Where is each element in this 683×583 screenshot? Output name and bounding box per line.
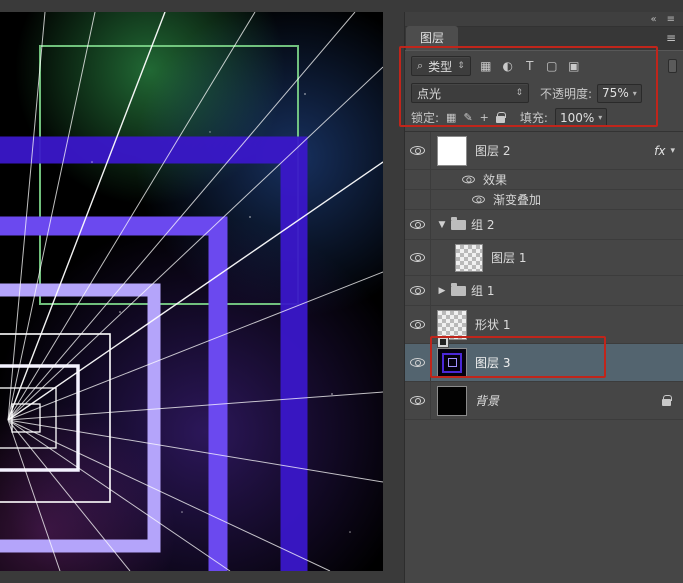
vector-mask-badge-icon bbox=[437, 336, 449, 348]
search-icon: ⌕ bbox=[417, 59, 424, 72]
layer-row-layer2[interactable]: 图层 2 fx ▾ bbox=[405, 132, 683, 170]
thumb-square-outer bbox=[442, 352, 462, 373]
layer-name: 图层 2 bbox=[475, 144, 511, 158]
filter-toggle-icon[interactable] bbox=[668, 59, 677, 73]
panel-menu-icon[interactable]: ≡ bbox=[666, 31, 676, 45]
effects-label: 效果 bbox=[483, 173, 508, 187]
fill-value: 100% bbox=[559, 110, 595, 125]
gradient-overlay-label: 渐变叠加 bbox=[493, 193, 542, 207]
visibility-toggle[interactable] bbox=[405, 240, 431, 275]
visibility-toggle[interactable] bbox=[405, 132, 431, 169]
layer-thumbnail[interactable] bbox=[437, 385, 467, 416]
dock-header: « ≡ bbox=[405, 12, 683, 27]
eye-icon[interactable] bbox=[472, 195, 485, 204]
layer-name: 背景 bbox=[475, 394, 500, 408]
layers-panel: « ≡ 图层 ≡ ⌕ 类型 ⇕ ▦ ◐ T ▢ ▣ 点光 ⇕ 不透明度: 75%… bbox=[404, 12, 683, 583]
layer-name: 图层 3 bbox=[475, 356, 511, 370]
group-row-group2[interactable]: ▼ 组 2 bbox=[405, 210, 683, 240]
collapse-effects-icon[interactable]: ▾ bbox=[670, 146, 675, 156]
effect-item-row[interactable]: 渐变叠加 bbox=[405, 190, 683, 210]
background-lock-icon bbox=[662, 395, 672, 406]
visibility-toggle[interactable] bbox=[405, 210, 431, 239]
opacity-value: 75% bbox=[602, 86, 629, 100]
visibility-toggle[interactable] bbox=[405, 306, 431, 343]
eye-icon bbox=[410, 358, 425, 367]
folder-icon bbox=[451, 216, 466, 230]
shape-layers-filter-icon[interactable]: ▢ bbox=[545, 59, 559, 73]
lock-position-icon[interactable]: + bbox=[480, 111, 489, 124]
lock-fill-row: 锁定: ▦ ✎ + 填充: 100% ▾ bbox=[405, 106, 683, 132]
panel-content: ⌕ 类型 ⇕ ▦ ◐ T ▢ ▣ 点光 ⇕ 不透明度: 75% ▾ 锁定: ▦ … bbox=[405, 50, 683, 583]
layer-thumbnail[interactable] bbox=[437, 309, 467, 340]
blend-opacity-row: 点光 ⇕ 不透明度: 75% ▾ bbox=[405, 80, 683, 106]
lock-label: 锁定: bbox=[411, 111, 440, 125]
document-canvas[interactable] bbox=[0, 12, 383, 571]
filter-type-dropdown[interactable]: ⌕ 类型 ⇕ bbox=[411, 56, 471, 76]
fill-label: 填充: bbox=[519, 111, 548, 125]
folder-icon bbox=[451, 282, 466, 296]
layer-name: 形状 1 bbox=[475, 318, 511, 332]
opacity-label: 不透明度: bbox=[540, 86, 593, 101]
layer-thumbnail[interactable] bbox=[455, 243, 483, 272]
gutter bbox=[405, 170, 431, 189]
filter-type-label: 类型 bbox=[428, 59, 453, 74]
layer-thumbnail[interactable] bbox=[437, 347, 467, 378]
eye-icon bbox=[410, 320, 425, 329]
layer-row-shape1[interactable]: 形状 1 bbox=[405, 306, 683, 348]
visibility-toggle[interactable] bbox=[405, 344, 431, 381]
chevron-down-icon[interactable]: ▾ bbox=[598, 113, 602, 122]
spinner-icon: ⇕ bbox=[457, 61, 465, 71]
eye-icon[interactable] bbox=[462, 175, 475, 184]
layer-filter-row: ⌕ 类型 ⇕ ▦ ◐ T ▢ ▣ bbox=[405, 51, 683, 80]
thumb-square-inner bbox=[447, 358, 457, 367]
expand-arrow-icon[interactable]: ▼ bbox=[435, 220, 449, 230]
eye-icon bbox=[410, 286, 425, 295]
blend-mode-value: 点光 bbox=[417, 86, 442, 101]
group-name: 组 2 bbox=[471, 218, 495, 232]
lock-transparent-pixels-icon[interactable]: ▦ bbox=[446, 111, 456, 124]
eye-icon bbox=[410, 253, 425, 262]
adjustment-layers-filter-icon[interactable]: ◐ bbox=[501, 59, 515, 73]
filter-icon-group: ▦ ◐ T ▢ ▣ bbox=[479, 59, 581, 73]
tab-layers[interactable]: 图层 bbox=[406, 26, 459, 50]
spinner-icon: ⇕ bbox=[515, 88, 523, 98]
canvas-artwork bbox=[0, 12, 383, 571]
eye-icon bbox=[410, 146, 425, 155]
photoshop-window: « ≡ 图层 ≡ ⌕ 类型 ⇕ ▦ ◐ T ▢ ▣ 点光 ⇕ 不透明度: 75%… bbox=[0, 0, 683, 583]
smart-objects-filter-icon[interactable]: ▣ bbox=[567, 59, 581, 73]
fx-badge: fx bbox=[654, 143, 666, 158]
layer-list: 图层 2 fx ▾ 效果 渐变叠加 ▼ 组 2 图层 1 ▶ 组 1 形状 1 … bbox=[405, 132, 683, 420]
layer-thumbnail[interactable] bbox=[437, 135, 467, 166]
layer-row-background[interactable]: 背景 bbox=[405, 382, 683, 420]
type-layers-filter-icon[interactable]: T bbox=[523, 59, 537, 73]
collapse-panels-icon[interactable]: « bbox=[650, 14, 656, 25]
panel-tabbar: 图层 ≡ bbox=[405, 26, 683, 50]
visibility-toggle[interactable] bbox=[405, 276, 431, 305]
eye-icon bbox=[410, 220, 425, 229]
layer-row-layer3-selected[interactable]: 图层 3 bbox=[405, 344, 683, 382]
lock-image-pixels-icon[interactable]: ✎ bbox=[463, 111, 472, 124]
group-name: 组 1 bbox=[471, 284, 495, 298]
gutter bbox=[405, 190, 431, 209]
layer-row-layer1[interactable]: 图层 1 bbox=[405, 240, 683, 276]
layer-name: 图层 1 bbox=[491, 251, 527, 265]
opacity-field[interactable]: 75% ▾ bbox=[597, 83, 642, 103]
group-row-group1[interactable]: ▶ 组 1 bbox=[405, 276, 683, 306]
eye-icon bbox=[410, 396, 425, 405]
visibility-toggle[interactable] bbox=[405, 382, 431, 419]
chevron-down-icon[interactable]: ▾ bbox=[633, 89, 637, 98]
pixel-layers-filter-icon[interactable]: ▦ bbox=[479, 59, 493, 73]
lock-icon-group: ▦ ✎ + bbox=[446, 111, 506, 124]
effects-header-row[interactable]: 效果 bbox=[405, 170, 683, 190]
dock-menu-icon[interactable]: ≡ bbox=[667, 14, 675, 25]
blend-mode-dropdown[interactable]: 点光 ⇕ bbox=[411, 83, 529, 103]
lock-all-icon[interactable] bbox=[495, 112, 506, 123]
expand-arrow-icon[interactable]: ▶ bbox=[435, 286, 449, 296]
fill-field[interactable]: 100% ▾ bbox=[554, 108, 608, 127]
